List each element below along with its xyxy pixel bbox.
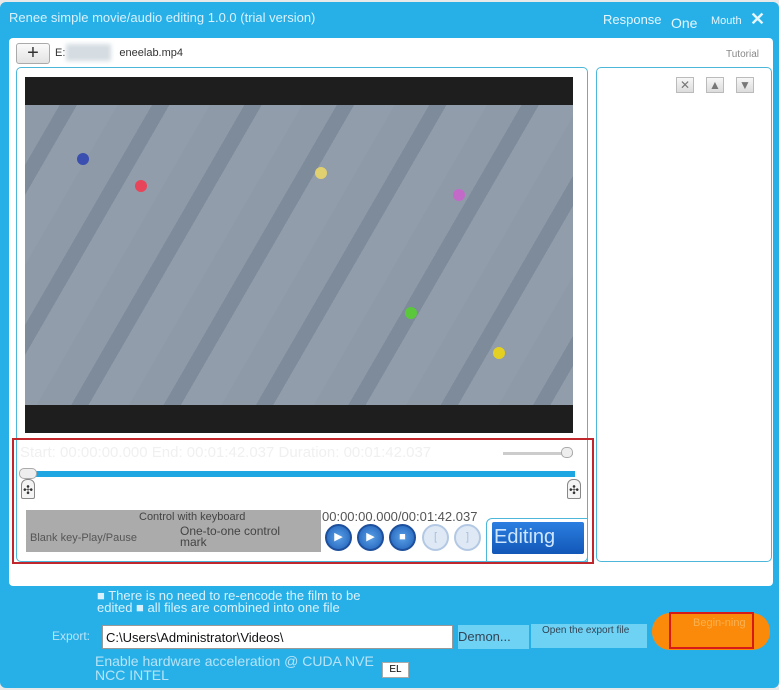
mark-out-icon[interactable]: ]	[454, 524, 481, 551]
keyboard-blank-hint: Blank key-Play/Pause	[30, 532, 137, 544]
end-marker-icon[interactable]: ✣	[567, 479, 581, 499]
export-note: ■ There is no need to re-encode the film…	[97, 588, 361, 615]
timeline-track[interactable]	[20, 471, 575, 477]
start-marker-icon[interactable]: ✣	[21, 479, 35, 499]
add-file-button[interactable]: +	[16, 43, 50, 64]
remove-icon[interactable]: ✕	[676, 77, 694, 93]
export-path-input[interactable]: C:\Users\Administrator\Videos\	[102, 625, 453, 649]
keyboard-title: Control with keyboard	[139, 511, 246, 523]
window-title: Renee simple movie/audio editing 1.0.0 (…	[9, 10, 316, 25]
start-button-label[interactable]: Begin-ning	[669, 612, 754, 649]
move-up-icon[interactable]: ▲	[706, 77, 724, 93]
time-info: Start: 00:00:00.000 End: 00:01:42.037 Du…	[20, 444, 432, 461]
timeline-playhead[interactable]	[19, 468, 37, 479]
mouth-button[interactable]: Mouth	[711, 15, 742, 27]
browse-button[interactable]: Demon...	[458, 625, 529, 649]
video-preview[interactable]	[25, 77, 573, 433]
move-down-icon[interactable]: ▼	[736, 77, 754, 93]
play-segment-icon[interactable]: ▶	[357, 524, 384, 551]
file-basename: eneelab.mp4	[119, 47, 184, 59]
export-label: Export:	[52, 629, 91, 643]
editing-button[interactable]: Editing	[492, 522, 584, 554]
hw-tag: EL	[382, 662, 409, 678]
redacted-path	[66, 44, 111, 61]
volume-knob[interactable]	[561, 447, 573, 458]
open-export-folder-button[interactable]: Open the export file	[531, 624, 647, 648]
hardware-acceleration-option[interactable]: Enable hardware acceleration @ CUDA NVE …	[95, 654, 395, 682]
stop-icon[interactable]: ■	[389, 524, 416, 551]
play-icon[interactable]: ▶	[325, 524, 352, 551]
response-button[interactable]: Response	[603, 12, 662, 27]
file-list-panel	[596, 67, 772, 562]
keyboard-mark-hint: One-to-one control mark	[180, 524, 281, 549]
one-button[interactable]: One	[671, 15, 697, 31]
current-time: 00:00:00.000/00:01:42.037	[322, 509, 478, 524]
video-frame	[25, 105, 573, 405]
file-drive: E:	[55, 47, 66, 59]
close-icon[interactable]: ✕	[750, 9, 765, 30]
mark-in-icon[interactable]: [	[422, 524, 449, 551]
tutorial-link[interactable]: Tutorial	[726, 49, 759, 60]
